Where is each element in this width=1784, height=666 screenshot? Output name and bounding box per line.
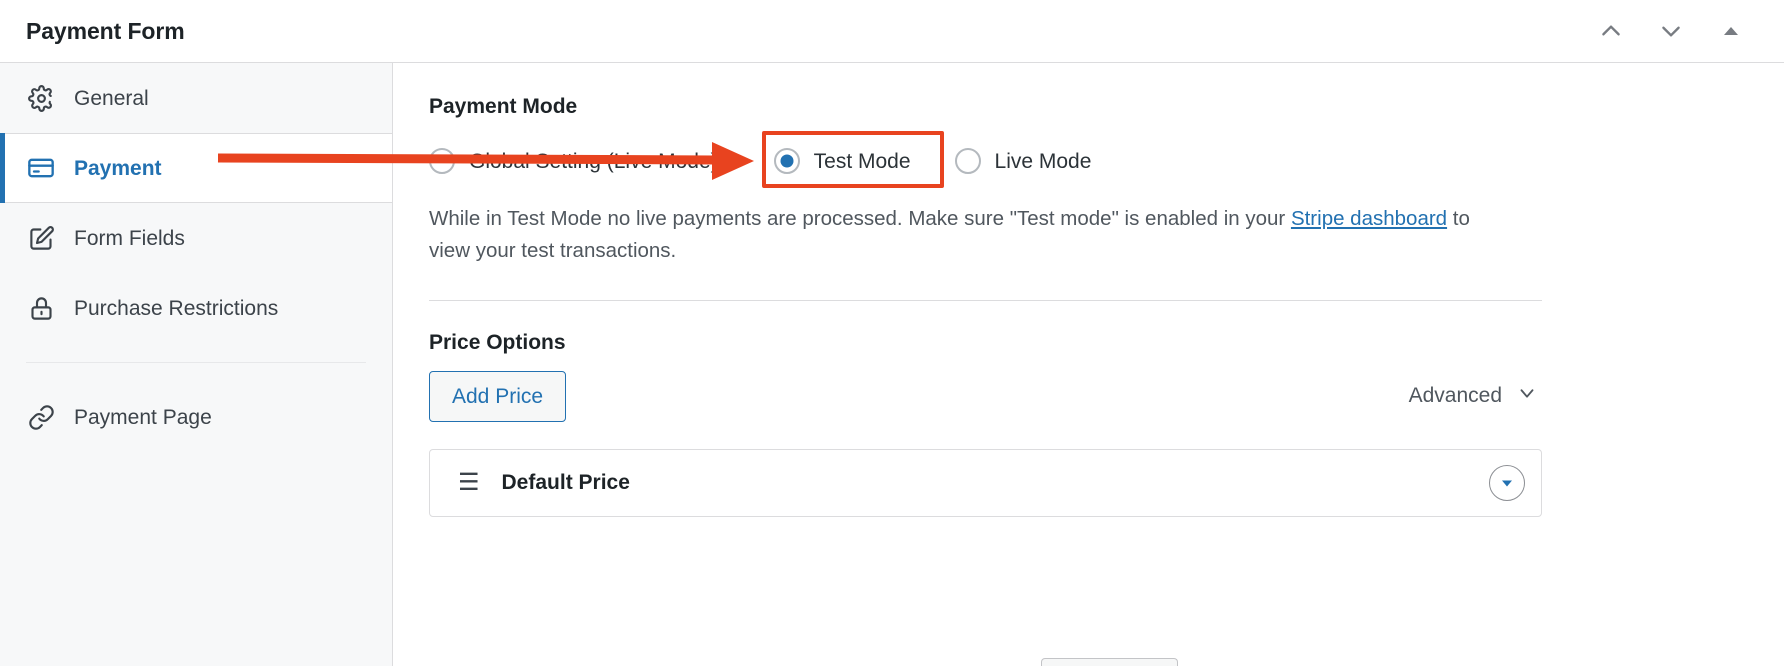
link-icon	[26, 402, 56, 432]
radio-global-setting[interactable]: Global Setting (Live Mode)	[429, 148, 718, 174]
page-title: Payment Form	[26, 17, 185, 44]
radio-mark-icon	[429, 148, 455, 174]
sidebar-item-label: Form Fields	[74, 226, 185, 250]
chevron-down-icon	[1658, 18, 1684, 44]
radio-label: Live Mode	[994, 149, 1092, 173]
settings-sidebar: General Payment Form Fields Purchase Res…	[0, 63, 393, 666]
payment-settings-content: Payment Mode Global Setting (Live Mode) …	[393, 63, 1784, 666]
sidebar-item-payment-page[interactable]: Payment Page	[0, 382, 392, 452]
sidebar-item-label: Payment	[74, 156, 162, 180]
section-divider	[429, 299, 1542, 301]
description-text-part1: While in Test Mode no live payments are …	[429, 207, 1291, 230]
bottom-panel-stub	[1041, 658, 1178, 666]
sidebar-item-label: Payment Page	[74, 405, 212, 429]
price-options-title: Price Options	[429, 330, 566, 354]
advanced-label: Advanced	[1408, 384, 1502, 408]
triangle-up-icon	[1721, 21, 1741, 41]
payment-mode-title: Payment Mode	[429, 95, 578, 118]
price-row-label: Default Price	[501, 470, 630, 494]
drag-handle-icon[interactable]: ☰	[458, 470, 480, 495]
radio-label: Global Setting (Live Mode)	[469, 149, 718, 173]
stripe-dashboard-link[interactable]: Stripe dashboard	[1291, 207, 1447, 230]
sidebar-item-form-fields[interactable]: Form Fields	[0, 203, 392, 273]
radio-live-mode[interactable]: Live Mode	[954, 148, 1092, 174]
price-options-toolbar: Add Price Advanced	[429, 370, 1542, 422]
payment-mode-radio-group: Global Setting (Live Mode) Test Mode Liv…	[429, 141, 1784, 181]
collapse-panel-button[interactable]	[1712, 12, 1750, 50]
add-price-button[interactable]: Add Price	[429, 370, 567, 422]
price-row-default-price[interactable]: ☰ Default Price	[429, 448, 1542, 517]
gear-icon	[26, 83, 56, 113]
panel-header-controls	[1592, 12, 1762, 50]
advanced-toggle[interactable]: Advanced	[1409, 382, 1542, 410]
sidebar-divider	[26, 362, 366, 363]
chevron-up-icon	[1598, 18, 1624, 44]
payment-form-panel: Payment Form General Payment Form Fields…	[0, 0, 1784, 666]
edit-square-icon	[26, 223, 56, 253]
panel-header: Payment Form	[0, 0, 1784, 63]
credit-card-icon	[26, 153, 56, 183]
annotation-highlight-box	[762, 131, 944, 188]
lock-icon	[26, 293, 56, 323]
sidebar-item-label: General	[74, 86, 149, 110]
radio-mark-icon	[954, 148, 981, 174]
move-down-button[interactable]	[1652, 12, 1690, 50]
move-up-button[interactable]	[1592, 12, 1630, 50]
chevron-down-circle-icon[interactable]	[1489, 464, 1525, 501]
sidebar-item-general[interactable]: General	[0, 63, 392, 133]
sidebar-item-payment[interactable]: Payment	[0, 133, 392, 203]
chevron-down-icon	[1516, 382, 1538, 410]
sidebar-item-label: Purchase Restrictions	[74, 296, 279, 320]
payment-mode-description: While in Test Mode no live payments are …	[429, 203, 1514, 268]
sidebar-item-purchase-restrictions[interactable]: Purchase Restrictions	[0, 273, 392, 343]
